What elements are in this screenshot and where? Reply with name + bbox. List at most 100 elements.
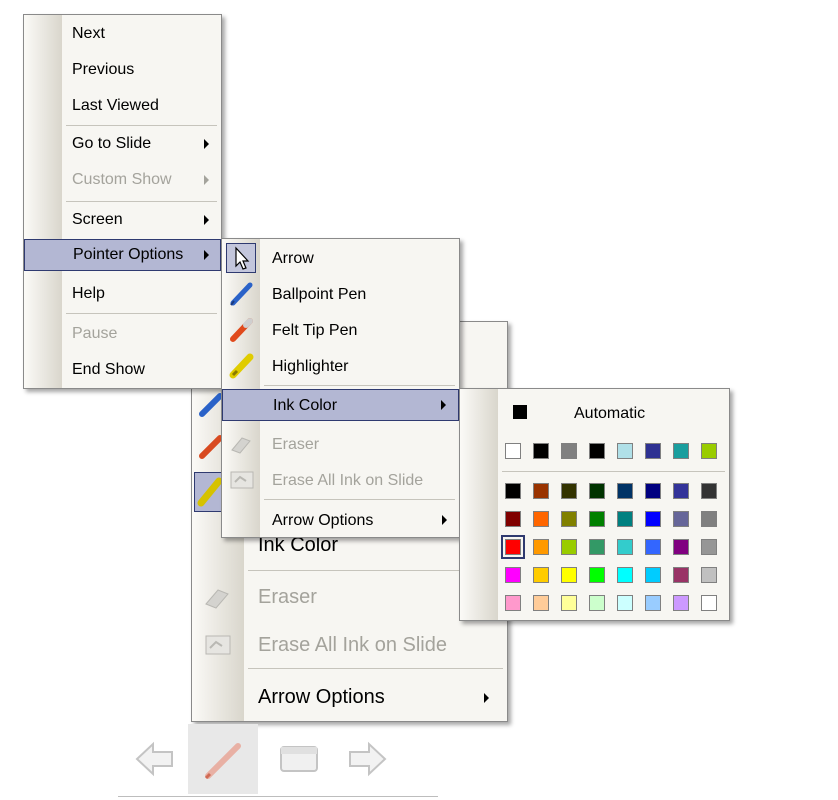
color-swatch[interactable] xyxy=(589,483,605,499)
color-swatch[interactable] xyxy=(561,567,577,583)
menu-item-last-viewed[interactable]: Last Viewed xyxy=(24,93,221,119)
color-swatch[interactable] xyxy=(505,511,521,527)
color-swatch[interactable] xyxy=(701,595,717,611)
menu-item-label: Next xyxy=(72,25,105,42)
ballpoint-pen-icon xyxy=(230,282,253,306)
color-swatch[interactable] xyxy=(645,595,661,611)
color-swatch[interactable] xyxy=(673,539,689,555)
menu-item-label: Erase All Ink on Slide xyxy=(272,472,424,489)
erase-all-icon xyxy=(230,471,254,489)
color-swatch[interactable] xyxy=(673,567,689,583)
color-swatch[interactable] xyxy=(561,539,577,555)
menu-item-arrow-options[interactable]: Arrow Options xyxy=(222,505,459,535)
menu-item-ballpoint-pen[interactable]: Ballpoint Pen xyxy=(222,279,459,309)
color-swatch[interactable] xyxy=(505,483,521,499)
menu-item-help[interactable]: Help xyxy=(24,281,221,307)
menu-item-previous[interactable]: Previous xyxy=(24,57,221,83)
submenu-arrow-icon xyxy=(204,139,209,149)
menu-item-label: Pause xyxy=(72,325,118,342)
color-swatch[interactable] xyxy=(533,567,549,583)
menu-item-label: Highlighter xyxy=(272,358,349,375)
color-swatch[interactable] xyxy=(645,483,661,499)
color-swatch[interactable] xyxy=(505,595,521,611)
separator xyxy=(264,385,455,386)
color-swatch[interactable] xyxy=(645,567,661,583)
separator xyxy=(66,313,217,314)
color-swatch[interactable] xyxy=(701,539,717,555)
menu-item-arrow[interactable]: Arrow xyxy=(222,243,459,273)
color-swatch[interactable] xyxy=(533,539,549,555)
menu-item-next[interactable]: Next xyxy=(24,21,221,47)
color-swatch[interactable] xyxy=(501,535,525,559)
color-swatch[interactable] xyxy=(701,567,717,583)
menu-item-pointer-options[interactable]: Pointer Options xyxy=(24,239,221,271)
menu-item-arrow-options[interactable]: Arrow Options xyxy=(192,680,507,714)
color-swatch[interactable] xyxy=(673,483,689,499)
automatic-label: Automatic xyxy=(574,405,646,422)
color-swatch[interactable] xyxy=(589,539,605,555)
color-swatch[interactable] xyxy=(673,443,689,459)
menu-item-end-show[interactable]: End Show xyxy=(24,357,221,383)
color-swatch[interactable] xyxy=(589,567,605,583)
menu-item-erase-all: Erase All Ink on Slide xyxy=(222,465,459,495)
color-swatch[interactable] xyxy=(701,511,717,527)
color-swatch[interactable] xyxy=(617,511,633,527)
color-swatch[interactable] xyxy=(561,595,577,611)
menu-item-label: Previous xyxy=(72,61,135,78)
color-swatch[interactable] xyxy=(561,483,577,499)
color-swatch[interactable] xyxy=(617,595,633,611)
menu-item-pause: Pause xyxy=(24,321,221,347)
menu-item-highlighter[interactable]: Highlighter xyxy=(222,351,459,381)
menu-item-label: Ink Color xyxy=(273,397,338,414)
color-swatch[interactable] xyxy=(645,511,661,527)
menu-item-label: Eraser xyxy=(272,436,320,453)
color-swatch[interactable] xyxy=(505,443,521,459)
color-swatch[interactable] xyxy=(589,511,605,527)
separator xyxy=(248,668,503,669)
highlighter-icon xyxy=(229,353,254,379)
separator xyxy=(264,499,455,500)
submenu-arrow-icon xyxy=(204,175,209,185)
pen-button[interactable] xyxy=(188,724,258,794)
menu-item-eraser: Eraser xyxy=(222,429,459,459)
color-swatch[interactable] xyxy=(701,443,717,459)
color-swatch[interactable] xyxy=(561,443,577,459)
pen-icon xyxy=(204,743,241,780)
color-swatch[interactable] xyxy=(617,443,633,459)
main-context-menu: Next Previous Last Viewed Go to Slide Cu… xyxy=(23,14,222,389)
color-swatch[interactable] xyxy=(645,539,661,555)
submenu-arrow-icon xyxy=(441,400,446,410)
color-swatch[interactable] xyxy=(617,567,633,583)
color-swatch[interactable] xyxy=(589,443,605,459)
submenu-arrow-icon xyxy=(204,250,209,260)
submenu-arrow-icon xyxy=(204,215,209,225)
color-swatch[interactable] xyxy=(589,595,605,611)
color-swatch[interactable] xyxy=(673,511,689,527)
color-swatch[interactable] xyxy=(533,443,549,459)
color-swatch[interactable] xyxy=(617,483,633,499)
automatic-color-swatch xyxy=(513,405,527,419)
color-swatch[interactable] xyxy=(645,443,661,459)
menu-item-label: Help xyxy=(72,285,105,302)
color-swatch[interactable] xyxy=(673,595,689,611)
menu-item-felt-tip-pen[interactable]: Felt Tip Pen xyxy=(222,315,459,345)
menu-item-label: Pointer Options xyxy=(73,246,184,263)
color-swatch[interactable] xyxy=(617,539,633,555)
automatic-color-option[interactable]: Automatic xyxy=(460,397,729,427)
color-swatch[interactable] xyxy=(533,595,549,611)
menu-icon[interactable] xyxy=(278,742,320,776)
previous-slide-icon[interactable] xyxy=(134,740,176,778)
menu-item-screen[interactable]: Screen xyxy=(24,207,221,233)
menu-item-ink-color[interactable]: Ink Color xyxy=(222,389,459,421)
color-swatch[interactable] xyxy=(533,483,549,499)
menu-item-go-to-slide[interactable]: Go to Slide xyxy=(24,131,221,157)
toolbar-baseline xyxy=(118,796,438,797)
next-slide-icon[interactable] xyxy=(346,740,388,778)
color-swatch[interactable] xyxy=(533,511,549,527)
menu-item-erase-all: Erase All Ink on Slide xyxy=(192,628,507,662)
color-swatch[interactable] xyxy=(561,511,577,527)
menu-item-label: Erase All Ink on Slide xyxy=(258,634,447,656)
menu-item-label: Ballpoint Pen xyxy=(272,286,367,303)
color-swatch[interactable] xyxy=(505,567,521,583)
color-swatch[interactable] xyxy=(701,483,717,499)
